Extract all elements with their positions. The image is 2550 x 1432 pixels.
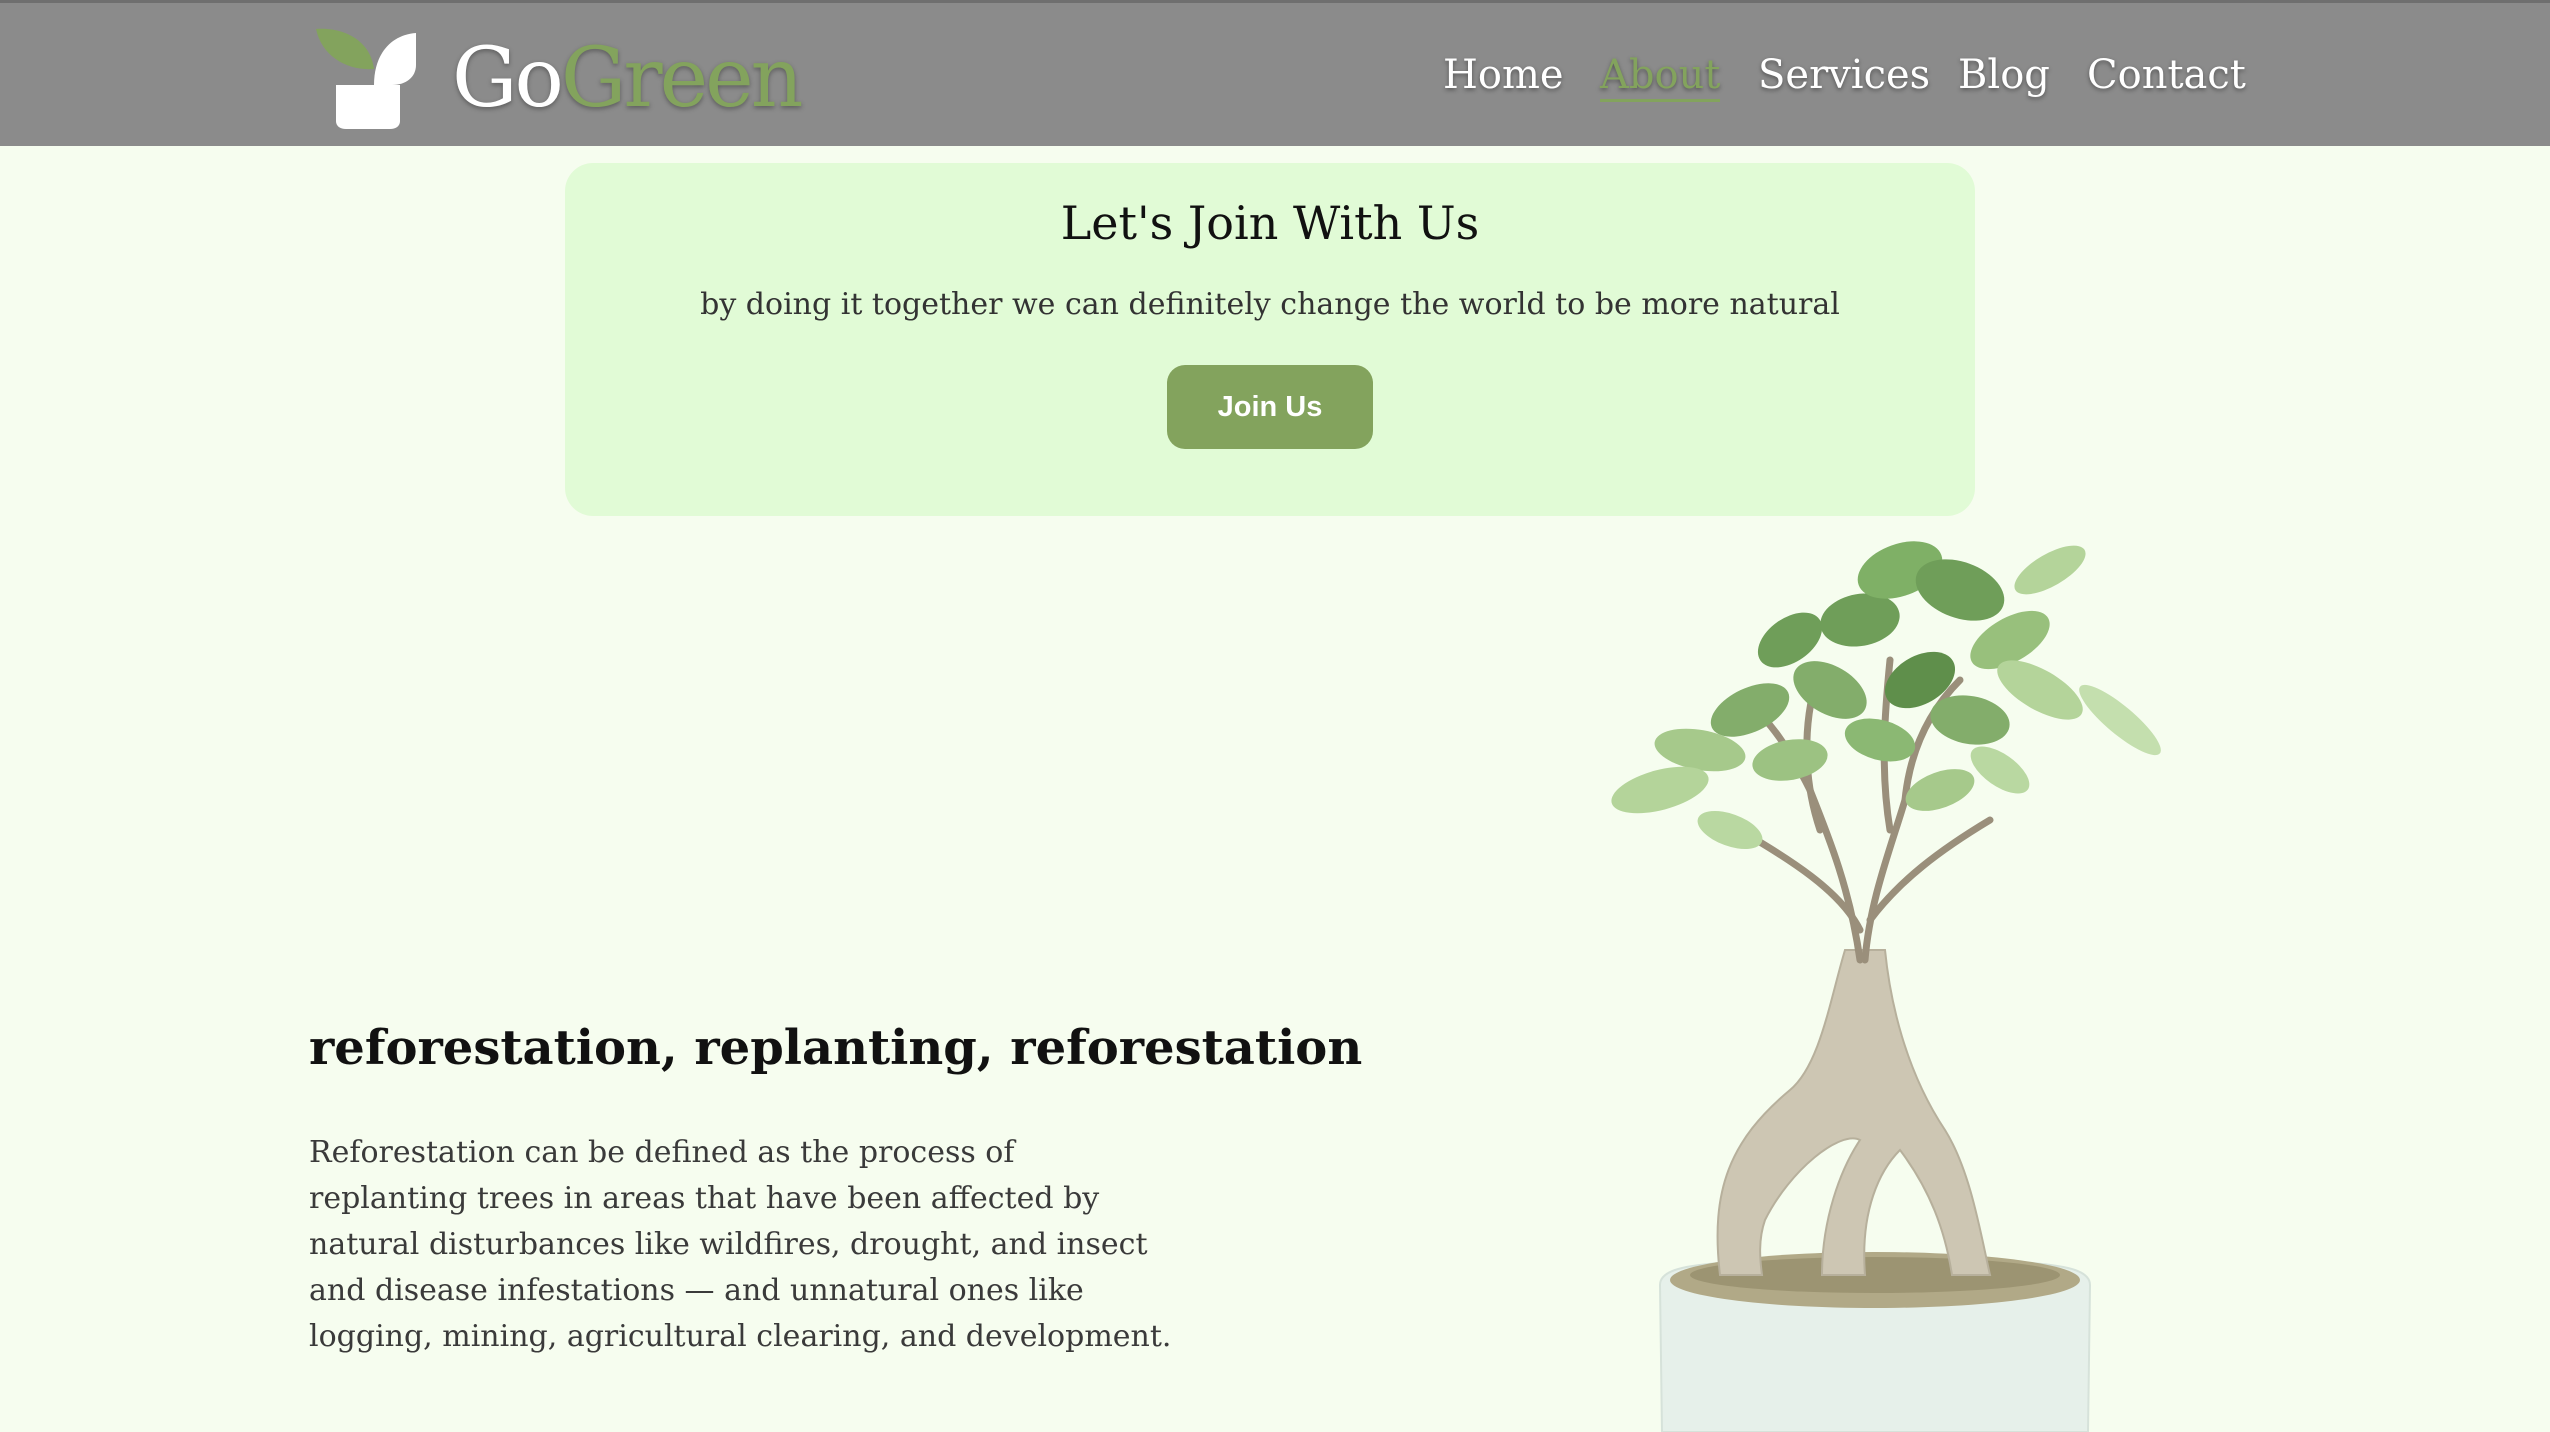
join-subtitle: by doing it together we can definitely c… [700,287,1840,322]
join-title: Let's Join With Us [1060,196,1480,250]
bonsai-plant-image [1611,541,2161,1432]
nav-blog[interactable]: Blog [1958,45,2050,105]
article-body: Reforestation can be defined as the proc… [309,1135,1172,1354]
site-header: GoGreen Home About Services Blog Contact [0,0,2550,146]
nav-home[interactable]: Home [1443,45,1564,105]
join-card: Let's Join With Us by doing it together … [565,163,1975,516]
nav-about[interactable]: About [1600,45,1721,102]
nav-services[interactable]: Services [1758,45,1930,105]
nav-contact[interactable]: Contact [2087,45,2246,105]
join-us-button[interactable]: Join Us [1167,365,1373,449]
main-nav: Home About Services Blog Contact [0,45,2550,105]
article-title: reforestation, replanting, reforestation [309,1020,1363,1076]
